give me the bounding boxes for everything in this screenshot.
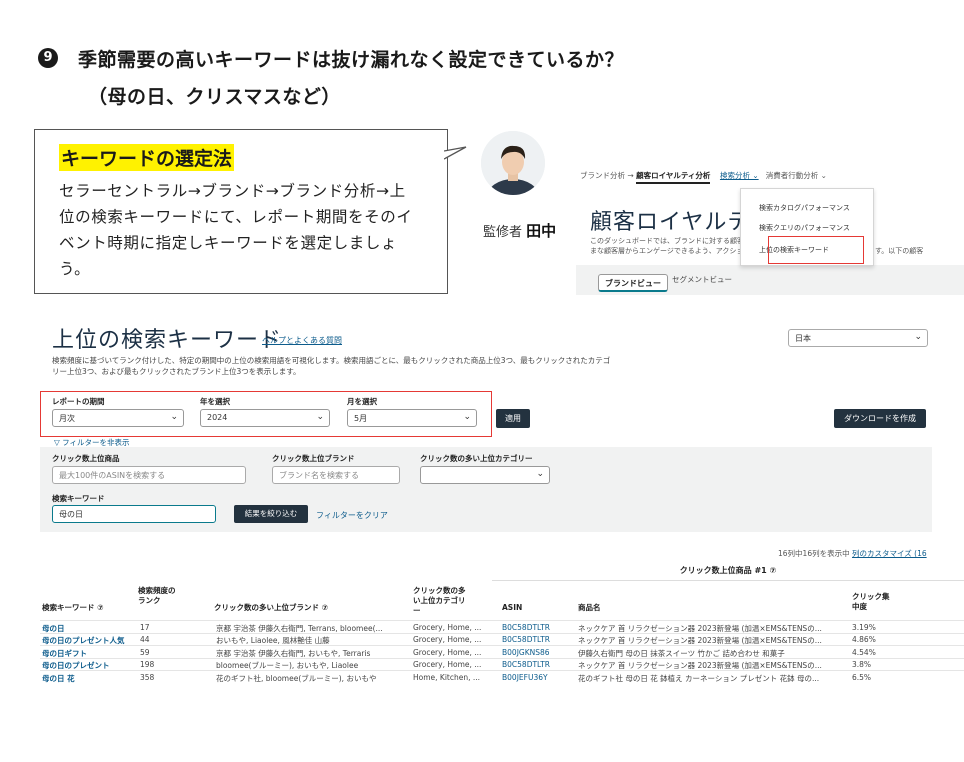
apply-button[interactable]: 適用 xyxy=(496,409,530,428)
tab-segment-view[interactable]: セグメントビュー xyxy=(672,274,732,285)
crumb-customer-loyalty[interactable]: 顧客ロイヤルティ分析 xyxy=(636,171,711,184)
cell-category: Grocery, Home, ... xyxy=(413,647,482,657)
table-row[interactable]: 母の日ギフト 59 京都 宇治茶 伊藤久右衛門, おいもや, Terraris Gro… xyxy=(40,645,964,658)
callout-title: キーワードの選定法 xyxy=(59,144,235,171)
speech-tail-icon xyxy=(444,146,467,160)
highlight-top-search-terms xyxy=(768,236,864,264)
filter-panel: クリック数上位商品 最大100件のASINを検索する クリック数上位ブランド ブ… xyxy=(40,447,932,532)
supervisor-prefix: 監修者 xyxy=(483,225,523,240)
crumb-consumer-behavior[interactable]: 消費者行動分析 ⌄ xyxy=(766,171,827,180)
highlight-period-selection xyxy=(40,391,492,437)
column-count: 16列中16列を表示中 列のカスタマイズ (16 xyxy=(778,548,927,559)
cell-category: Grocery, Home, ... xyxy=(413,635,482,645)
cell-rank: 17 xyxy=(140,622,150,632)
supervisor-name: 田中 xyxy=(526,222,557,240)
cell-rank: 59 xyxy=(140,647,150,657)
column-count-text: 16列中16列を表示中 xyxy=(778,549,850,558)
cell-rank: 198 xyxy=(140,660,155,670)
col-header-keyword[interactable]: 検索キーワード ⑦ xyxy=(42,603,103,613)
cell-keyword[interactable]: 母の日 花 xyxy=(42,673,134,684)
mini-breadcrumb: ブランド分析 → 顧客ロイヤルティ分析 検索分析 ⌄ 消費者行動分析 ⌄ xyxy=(580,170,827,184)
keyword-input[interactable]: 母の日 xyxy=(52,505,216,523)
filter-item-label: クリック数上位商品 xyxy=(52,454,120,463)
cell-category: Home, Kitchen, ... xyxy=(413,672,481,682)
callout-box: キーワードの選定法 セラーセントラル→ブランド→ブランド分析→上位の検索キーワー… xyxy=(34,129,448,294)
cell-category: Grocery, Home, ... xyxy=(413,660,482,670)
cell-category: Grocery, Home, ... xyxy=(413,622,482,632)
col-header-brand[interactable]: クリック数の多い上位ブランド ⑦ xyxy=(214,603,328,613)
col-header-category[interactable]: クリック数の多い上位カテゴリー xyxy=(413,586,469,616)
brand-search-input[interactable]: ブランド名を検索する xyxy=(272,466,400,484)
chevron-down-icon: ⌄ xyxy=(914,332,922,342)
mini-tab-bar: ブランドビュー セグメントビュー xyxy=(576,265,964,295)
cell-asin[interactable]: B0C58DTLTR xyxy=(502,623,566,632)
cell-asin[interactable]: B00JGKNS86 xyxy=(502,648,566,657)
cell-rank: 44 xyxy=(140,635,150,645)
cell-share: 3.8% xyxy=(852,660,872,670)
cell-product: 花のギフト社 母の日 花 鉢植え カーネーション プレゼント 花鉢 母の... xyxy=(578,673,820,683)
mini-description-right: ます。以下の顧客 xyxy=(868,247,924,255)
country-value: 日本 xyxy=(795,334,811,343)
menu-item-query-performance[interactable]: 検索クエリのパフォーマンス xyxy=(759,223,850,233)
col-header-asin[interactable]: ASIN xyxy=(502,603,522,613)
cell-asin[interactable]: B00JEFU36Y xyxy=(502,673,566,682)
filter-brand-label: クリック数上位ブランド xyxy=(272,454,355,463)
cell-share: 6.5% xyxy=(852,672,872,682)
chevron-down-icon: ⌄ xyxy=(536,469,544,479)
heading-line-2: （母の日、クリスマスなど） xyxy=(88,86,341,108)
table-row[interactable]: 母の日 17 京都 宇治茶 伊藤久右衛門, Terrans, bloomee(...… xyxy=(40,620,964,633)
table-row[interactable]: 母の日のプレゼント 198 bloomee(ブルーミー), おいもや, Liaole… xyxy=(40,657,964,670)
tab-brand-view[interactable]: ブランドビュー xyxy=(598,274,668,292)
menu-item-catalog-performance[interactable]: 検索カタログパフォーマンス xyxy=(759,203,850,213)
filter-category-label: クリック数の多い上位カテゴリー xyxy=(420,454,533,463)
crumb-search-analysis[interactable]: 検索分析 ⌄ xyxy=(720,171,759,180)
col-header-rank[interactable]: 検索頻度のランク xyxy=(138,586,180,606)
narrow-results-button[interactable]: 結果を絞り込む xyxy=(234,505,308,523)
col-header-click-share[interactable]: クリック集中度 xyxy=(852,592,892,612)
help-link[interactable]: ヘルプとよくある質問 xyxy=(262,335,342,346)
group-header-top-product-1: クリック数上位商品 #1 ⑦ xyxy=(492,561,964,581)
mini-brand-analytics-panel: ブランド分析 → 顧客ロイヤルティ分析 検索分析 ⌄ 消費者行動分析 ⌄ 顧客ロ… xyxy=(574,160,964,300)
col-header-product[interactable]: 商品名 xyxy=(578,603,601,613)
report-title: 上位の検索キーワード xyxy=(52,328,283,353)
supervisor-label: 監修者 田中 xyxy=(483,220,556,241)
cell-share: 4.86% xyxy=(852,635,876,645)
report-description: 検索頻度に基づいてランク付けした、特定の期間中の上位の検索用語を可視化します。検… xyxy=(52,356,611,376)
cell-asin[interactable]: B0C58DTLTR xyxy=(502,660,566,669)
number-badge: 9 xyxy=(38,48,58,68)
table-row[interactable]: 母の日のプレゼント人気 44 おいもや, Liaolee, 風林艶佳 山藤 Groce… xyxy=(40,632,964,645)
table-row[interactable]: 母の日 花 358 花のギフト社, bloomee(ブルーミー), おいもや Home… xyxy=(40,670,964,683)
supervisor-avatar xyxy=(481,131,545,195)
heading-line-1: 季節需要の高いキーワードは抜け漏れなく設定できているか？ xyxy=(78,49,625,71)
clear-filters-link[interactable]: フィルターをクリア xyxy=(316,510,388,521)
cell-rank: 358 xyxy=(140,672,155,682)
download-button[interactable]: ダウンロードを作成 xyxy=(834,409,926,428)
cell-asin[interactable]: B0C58DTLTR xyxy=(502,635,566,644)
crumb-arrow: → xyxy=(627,171,634,180)
category-select[interactable]: ⌄ xyxy=(420,466,550,484)
cell-share: 3.19% xyxy=(852,622,876,632)
customize-columns-link[interactable]: 列のカスタマイズ (16 xyxy=(852,549,927,558)
callout-body: セラーセントラル→ブランド→ブランド分析→上位の検索キーワードにて、レポート期間… xyxy=(59,182,413,278)
cell-brand: 花のギフト社, bloomee(ブルーミー), おいもや xyxy=(216,673,377,683)
asin-search-input[interactable]: 最大100件のASINを検索する xyxy=(52,466,246,484)
cell-share: 4.54% xyxy=(852,647,876,657)
filter-keyword-label: 検索キーワード xyxy=(52,494,105,503)
crumb-brand-analytics[interactable]: ブランド分析 xyxy=(580,171,625,180)
country-select[interactable]: 日本 ⌄ xyxy=(788,329,928,347)
